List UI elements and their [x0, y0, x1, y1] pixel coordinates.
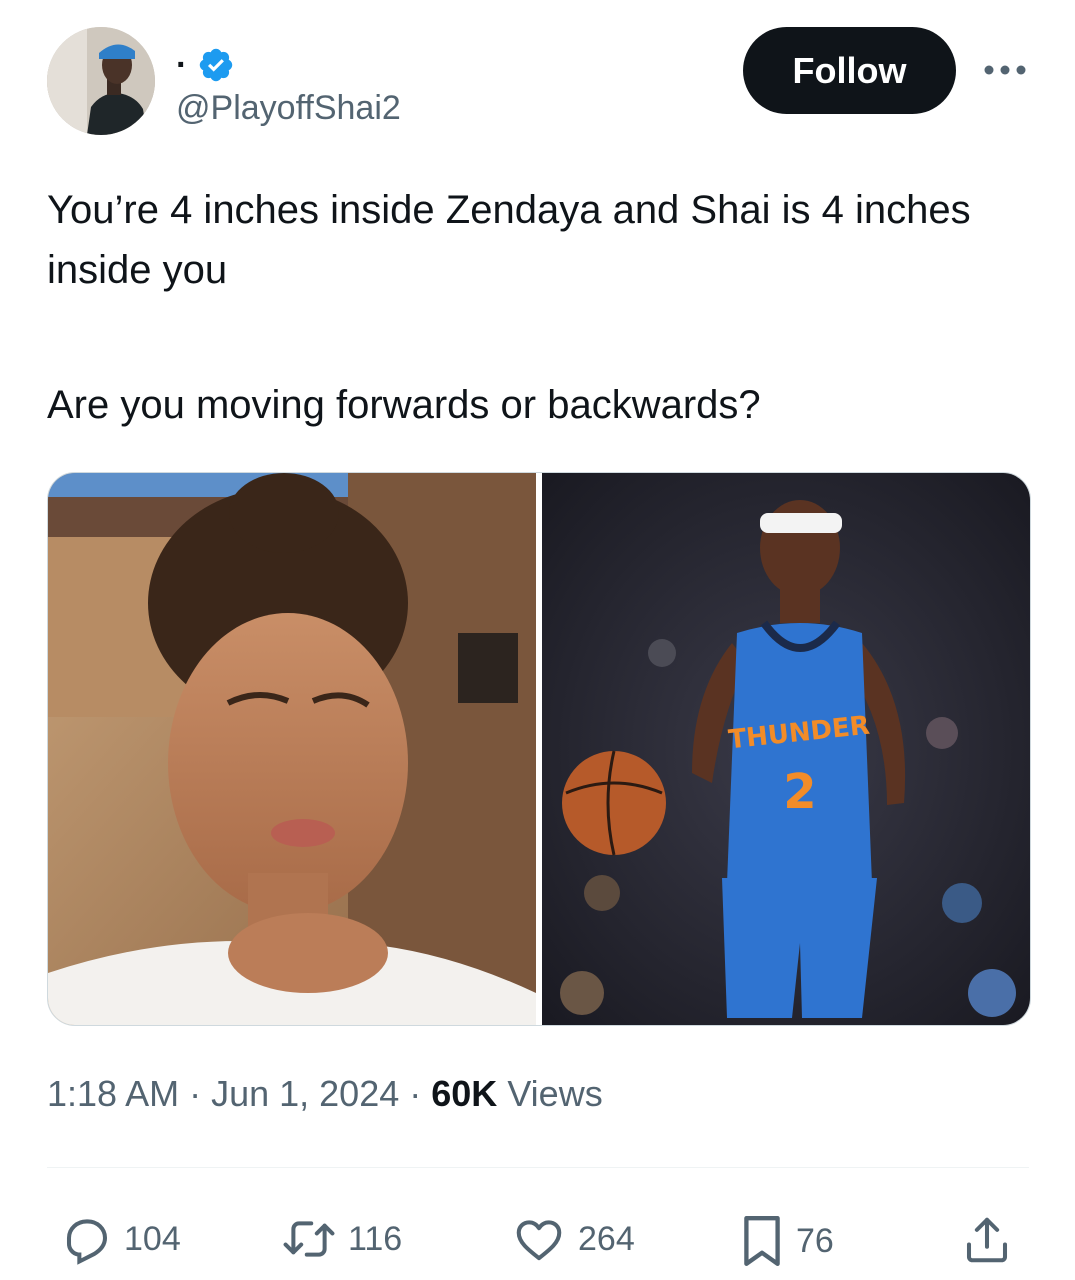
share-button[interactable]	[960, 1212, 1014, 1268]
tweet-line-2: Are you moving forwards or backwards?	[47, 383, 761, 427]
divider	[47, 1167, 1029, 1168]
tweet-time[interactable]: 1:18 AM	[47, 1073, 179, 1114]
display-name[interactable]: ·	[176, 48, 187, 82]
share-icon	[966, 1217, 1008, 1263]
more-dots-icon	[984, 65, 1026, 75]
repost-count: 116	[348, 1220, 403, 1258]
repost-icon	[283, 1221, 335, 1257]
views-count: 60K	[431, 1073, 498, 1114]
bookmark-button[interactable]: 76	[738, 1212, 834, 1270]
bookmark-count: 76	[796, 1222, 834, 1260]
like-count: 264	[578, 1220, 635, 1258]
views-label: Views	[507, 1073, 603, 1114]
user-handle[interactable]: @PlayoffShai2	[176, 88, 401, 129]
display-name-row[interactable]: ·	[176, 46, 235, 84]
heart-icon	[516, 1220, 562, 1261]
more-options-icon[interactable]	[980, 52, 1030, 88]
media-image-player[interactable]: THUNDER 2	[542, 473, 1030, 1025]
media-grid[interactable]: THUNDER 2	[47, 472, 1031, 1026]
tweet-line-1: You’re 4 inches inside Zendaya and Shai …	[47, 188, 971, 292]
media-image-selfie[interactable]	[48, 473, 536, 1025]
reply-icon	[66, 1219, 108, 1265]
jersey-number-text: 2	[783, 764, 816, 820]
selfie-photo	[48, 473, 536, 1025]
tweet-metadata: 1:18 AM · Jun 1, 2024 · 60K Views	[47, 1072, 603, 1115]
player-photo: THUNDER 2	[542, 473, 1030, 1025]
repost-button[interactable]: 116	[280, 1212, 402, 1266]
avatar-image	[47, 27, 155, 135]
separator: ·	[399, 1073, 432, 1114]
tweet-date[interactable]: Jun 1, 2024	[211, 1073, 399, 1114]
bookmark-icon	[744, 1216, 780, 1266]
follow-button[interactable]: Follow	[743, 27, 956, 114]
reply-button[interactable]: 104	[60, 1212, 181, 1266]
separator: ·	[179, 1073, 212, 1114]
verified-badge-icon	[200, 48, 233, 82]
avatar[interactable]	[47, 27, 155, 135]
tweet-text: You’re 4 inches inside Zendaya and Shai …	[47, 180, 1037, 435]
reply-count: 104	[124, 1220, 181, 1258]
like-button[interactable]: 264	[510, 1212, 635, 1266]
